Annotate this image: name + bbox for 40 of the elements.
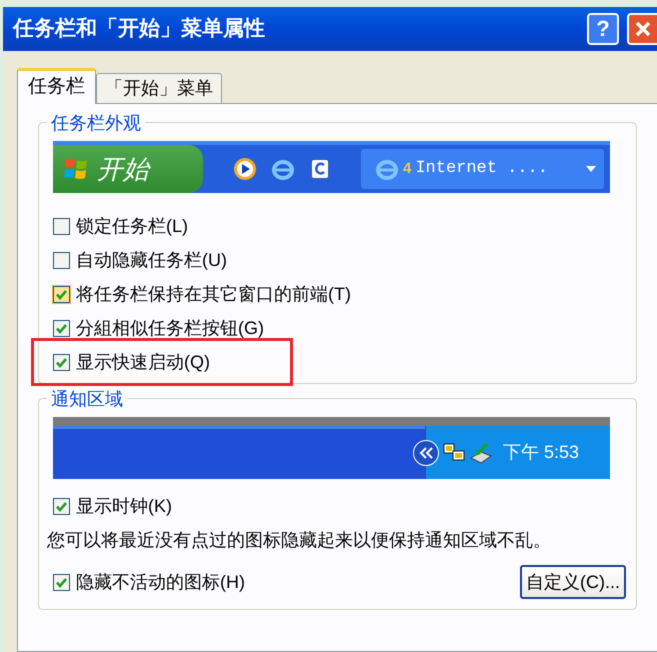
double-chevron-icon <box>419 446 433 458</box>
checkbox[interactable] <box>53 498 70 514</box>
close-button[interactable] <box>627 13 657 45</box>
checkbox[interactable] <box>53 574 70 590</box>
checkbox[interactable] <box>53 286 70 302</box>
checkbox[interactable] <box>53 218 70 234</box>
checkbox-label: 显示时钟(K) <box>76 494 172 518</box>
clock-time: 下午 5:53 <box>503 441 580 464</box>
checkbox[interactable] <box>53 252 70 268</box>
windows-logo-icon <box>63 156 89 182</box>
desktop-icon <box>309 157 331 181</box>
browser-e-icon <box>375 157 399 181</box>
help-button[interactable]: ? <box>587 13 619 45</box>
safely-remove-icon <box>469 442 493 464</box>
start-label: 开始 <box>97 152 149 186</box>
checkbox-label: 将任务栏保持在其它窗口的前端(T) <box>76 282 351 306</box>
check-icon <box>55 288 68 300</box>
check-icon <box>55 500 68 512</box>
checkbox-label: 隐藏不活动的图标(H) <box>76 570 246 594</box>
browser-e-icon <box>271 157 295 181</box>
tab[interactable]: 「开始」菜单 <box>96 73 222 103</box>
checkbox-label: 分組相似任务栏按钮(G) <box>76 316 264 340</box>
window-title: 任务栏和「开始」菜单属性 <box>13 16 266 42</box>
checkbox-label: 显示快速启动(Q) <box>76 350 210 374</box>
check-icon <box>55 576 68 588</box>
media-player-icon <box>233 157 257 181</box>
close-icon <box>634 20 652 38</box>
tab[interactable]: 任务栏 <box>17 68 96 104</box>
customize-button[interactable]: 自定义(C)... <box>520 565 626 599</box>
description-text: 您可以将最近没有点过的图标隐藏起来以便保持通知区域不乱。 <box>47 529 552 552</box>
network-computers-icon <box>443 442 465 464</box>
check-icon <box>55 356 68 368</box>
check-icon <box>55 322 68 334</box>
window-count: 4 <box>403 158 412 179</box>
checkbox[interactable] <box>53 354 70 370</box>
checkbox-label: 锁定任务栏(L) <box>76 214 188 238</box>
window-label: Internet .... <box>415 158 549 180</box>
dropdown-caret-icon <box>586 166 596 172</box>
checkbox-label: 自动隐藏任务栏(U) <box>76 248 227 272</box>
checkbox[interactable] <box>53 320 70 336</box>
